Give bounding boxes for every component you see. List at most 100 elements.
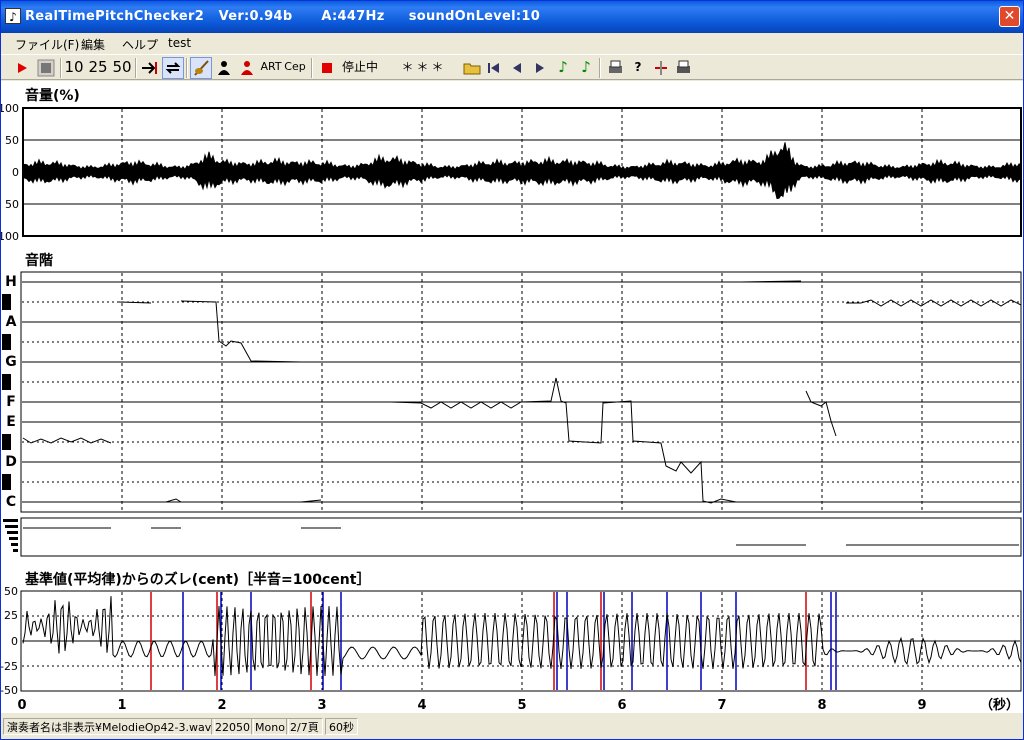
loop-button[interactable] xyxy=(162,57,184,79)
menu-help[interactable]: ヘルプ xyxy=(122,36,158,53)
black-key xyxy=(2,334,11,350)
record-stop-button[interactable] xyxy=(317,57,337,79)
next-page-button[interactable] xyxy=(530,57,550,79)
volume-tick-100: 100 xyxy=(1,102,19,115)
black-key xyxy=(2,374,11,390)
window-title: RealTimePitchChecker2 Ver:0.94b A:447Hz … xyxy=(25,9,541,24)
volume-tick-0: 0 xyxy=(12,166,19,179)
time-axis: 0 1 2 3 4 5 6 7 8 9 （秒） xyxy=(17,697,1019,713)
play-icon xyxy=(18,63,27,73)
time-tick-3: 3 xyxy=(317,698,326,713)
time-tick-9: 9 xyxy=(917,698,926,713)
print-button[interactable] xyxy=(605,57,625,79)
print2-button[interactable] xyxy=(673,57,693,79)
octave-mark xyxy=(11,543,18,546)
menu-test[interactable]: test xyxy=(168,36,191,50)
open-file-button[interactable] xyxy=(461,57,483,79)
toolbar-separator xyxy=(186,58,188,78)
art-button[interactable]: ART xyxy=(260,57,282,79)
octave-mark xyxy=(3,519,18,522)
scale-label-f: F xyxy=(6,394,16,410)
speed-50-button[interactable]: 50 xyxy=(111,57,133,79)
deviation-tick-neg50: -50 xyxy=(1,684,18,697)
stop-button[interactable] xyxy=(35,57,57,79)
violin-icon xyxy=(194,60,209,76)
status-page: 2/7頁 xyxy=(286,718,323,735)
marker-button[interactable] xyxy=(651,57,671,79)
time-tick-2: 2 xyxy=(217,698,226,713)
menu-edit[interactable]: 編集 xyxy=(81,36,105,53)
status-duration: 60秒 xyxy=(325,718,358,735)
time-tick-1: 1 xyxy=(117,698,126,713)
toolbar-separator xyxy=(60,58,62,78)
prev-icon xyxy=(513,63,521,73)
speed-25-button[interactable]: 25 xyxy=(87,57,109,79)
octave-mark xyxy=(7,531,18,534)
status-indicator: 停止中 xyxy=(341,60,378,74)
scale-panel xyxy=(20,271,1022,513)
time-tick-5: 5 xyxy=(517,698,526,713)
octave-mark xyxy=(9,537,18,540)
scale-panel-title: 音階 xyxy=(25,252,53,269)
toolbar-separator xyxy=(311,58,313,78)
scale-label-h: H xyxy=(5,274,17,290)
jump-end-button[interactable] xyxy=(139,57,161,79)
plot-area: 音量(%) 音階 基準値(平均律)からのズレ(cent)［半音=100cent］… xyxy=(0,81,1023,713)
singer-icon xyxy=(241,61,253,75)
time-unit-label: （秒） xyxy=(980,697,1019,713)
toolbar: 10 25 50 ART Cep 停止中 ＊＊＊ ♪ ♪ ? xyxy=(1,54,1023,80)
help-icon: ? xyxy=(634,60,642,74)
time-tick-8: 8 xyxy=(817,698,826,713)
scale-label-a: A xyxy=(6,314,17,330)
deviation-tick-25: 25 xyxy=(4,609,18,622)
status-file: 演奏者名は非表示¥MelodieOp42-3.wav xyxy=(3,718,216,735)
first-page-button[interactable] xyxy=(484,57,504,79)
cep-button[interactable]: Cep xyxy=(284,57,306,79)
deviation-tick-neg25: -25 xyxy=(1,660,18,673)
speed-10-button[interactable]: 10 xyxy=(63,57,85,79)
open-folder-icon xyxy=(463,63,481,75)
deviation-tick-50: 50 xyxy=(4,585,18,598)
volume-tick-neg50: 50 xyxy=(5,198,19,211)
violin-button[interactable] xyxy=(190,57,212,79)
scale-label-g: G xyxy=(5,354,17,370)
play-button[interactable] xyxy=(11,57,33,79)
status-channels: Mono xyxy=(251,718,289,735)
menu-bar: ファイル(F) 編集 ヘルプ test xyxy=(1,33,1023,53)
title-bar[interactable]: ♪ RealTimePitchChecker2 Ver:0.94b A:447H… xyxy=(1,1,1023,33)
deviation-tick-0: 0 xyxy=(11,635,18,648)
record-icon xyxy=(322,63,332,73)
singer-button[interactable] xyxy=(236,57,258,79)
stop-icon xyxy=(37,59,55,77)
jump-end-icon xyxy=(142,62,157,74)
prev-page-button[interactable] xyxy=(507,57,527,79)
note-button-2[interactable]: ♪ xyxy=(576,57,596,79)
toolbar-separator xyxy=(135,58,137,78)
scale-label-d: D xyxy=(5,454,17,470)
black-key xyxy=(2,434,11,450)
help-button[interactable]: ? xyxy=(628,57,648,79)
menu-file[interactable]: ファイル(F) xyxy=(15,36,79,53)
note-button-1[interactable]: ♪ xyxy=(553,57,573,79)
print-icon xyxy=(609,60,622,73)
scale-label-e: E xyxy=(6,414,16,430)
status-bar: 演奏者名は非表示¥MelodieOp42-3.wav 22050 Mono 2/… xyxy=(1,714,1023,739)
person-button[interactable] xyxy=(213,57,235,79)
time-tick-4: 4 xyxy=(417,698,426,713)
marker-icon xyxy=(655,61,667,75)
printer2-icon xyxy=(677,60,690,73)
octave-strip xyxy=(20,517,1022,557)
volume-panel-title: 音量(%) xyxy=(25,87,80,104)
scale-label-c: C xyxy=(6,494,16,510)
toolbar-separator xyxy=(599,58,601,78)
next-icon xyxy=(536,63,544,73)
close-button[interactable]: ✕ xyxy=(999,6,1020,27)
time-tick-6: 6 xyxy=(617,698,626,713)
octave-mark xyxy=(5,525,18,528)
analysis-plots: 音量(%) 音階 基準値(平均律)からのズレ(cent)［半音=100cent］… xyxy=(0,87,1022,713)
black-key xyxy=(2,294,11,310)
time-tick-0: 0 xyxy=(17,698,26,713)
app-window: ♪ RealTimePitchChecker2 Ver:0.94b A:447H… xyxy=(0,0,1024,740)
note-display: ＊＊＊ xyxy=(401,60,447,74)
volume-tick-neg100: 100 xyxy=(1,230,19,243)
